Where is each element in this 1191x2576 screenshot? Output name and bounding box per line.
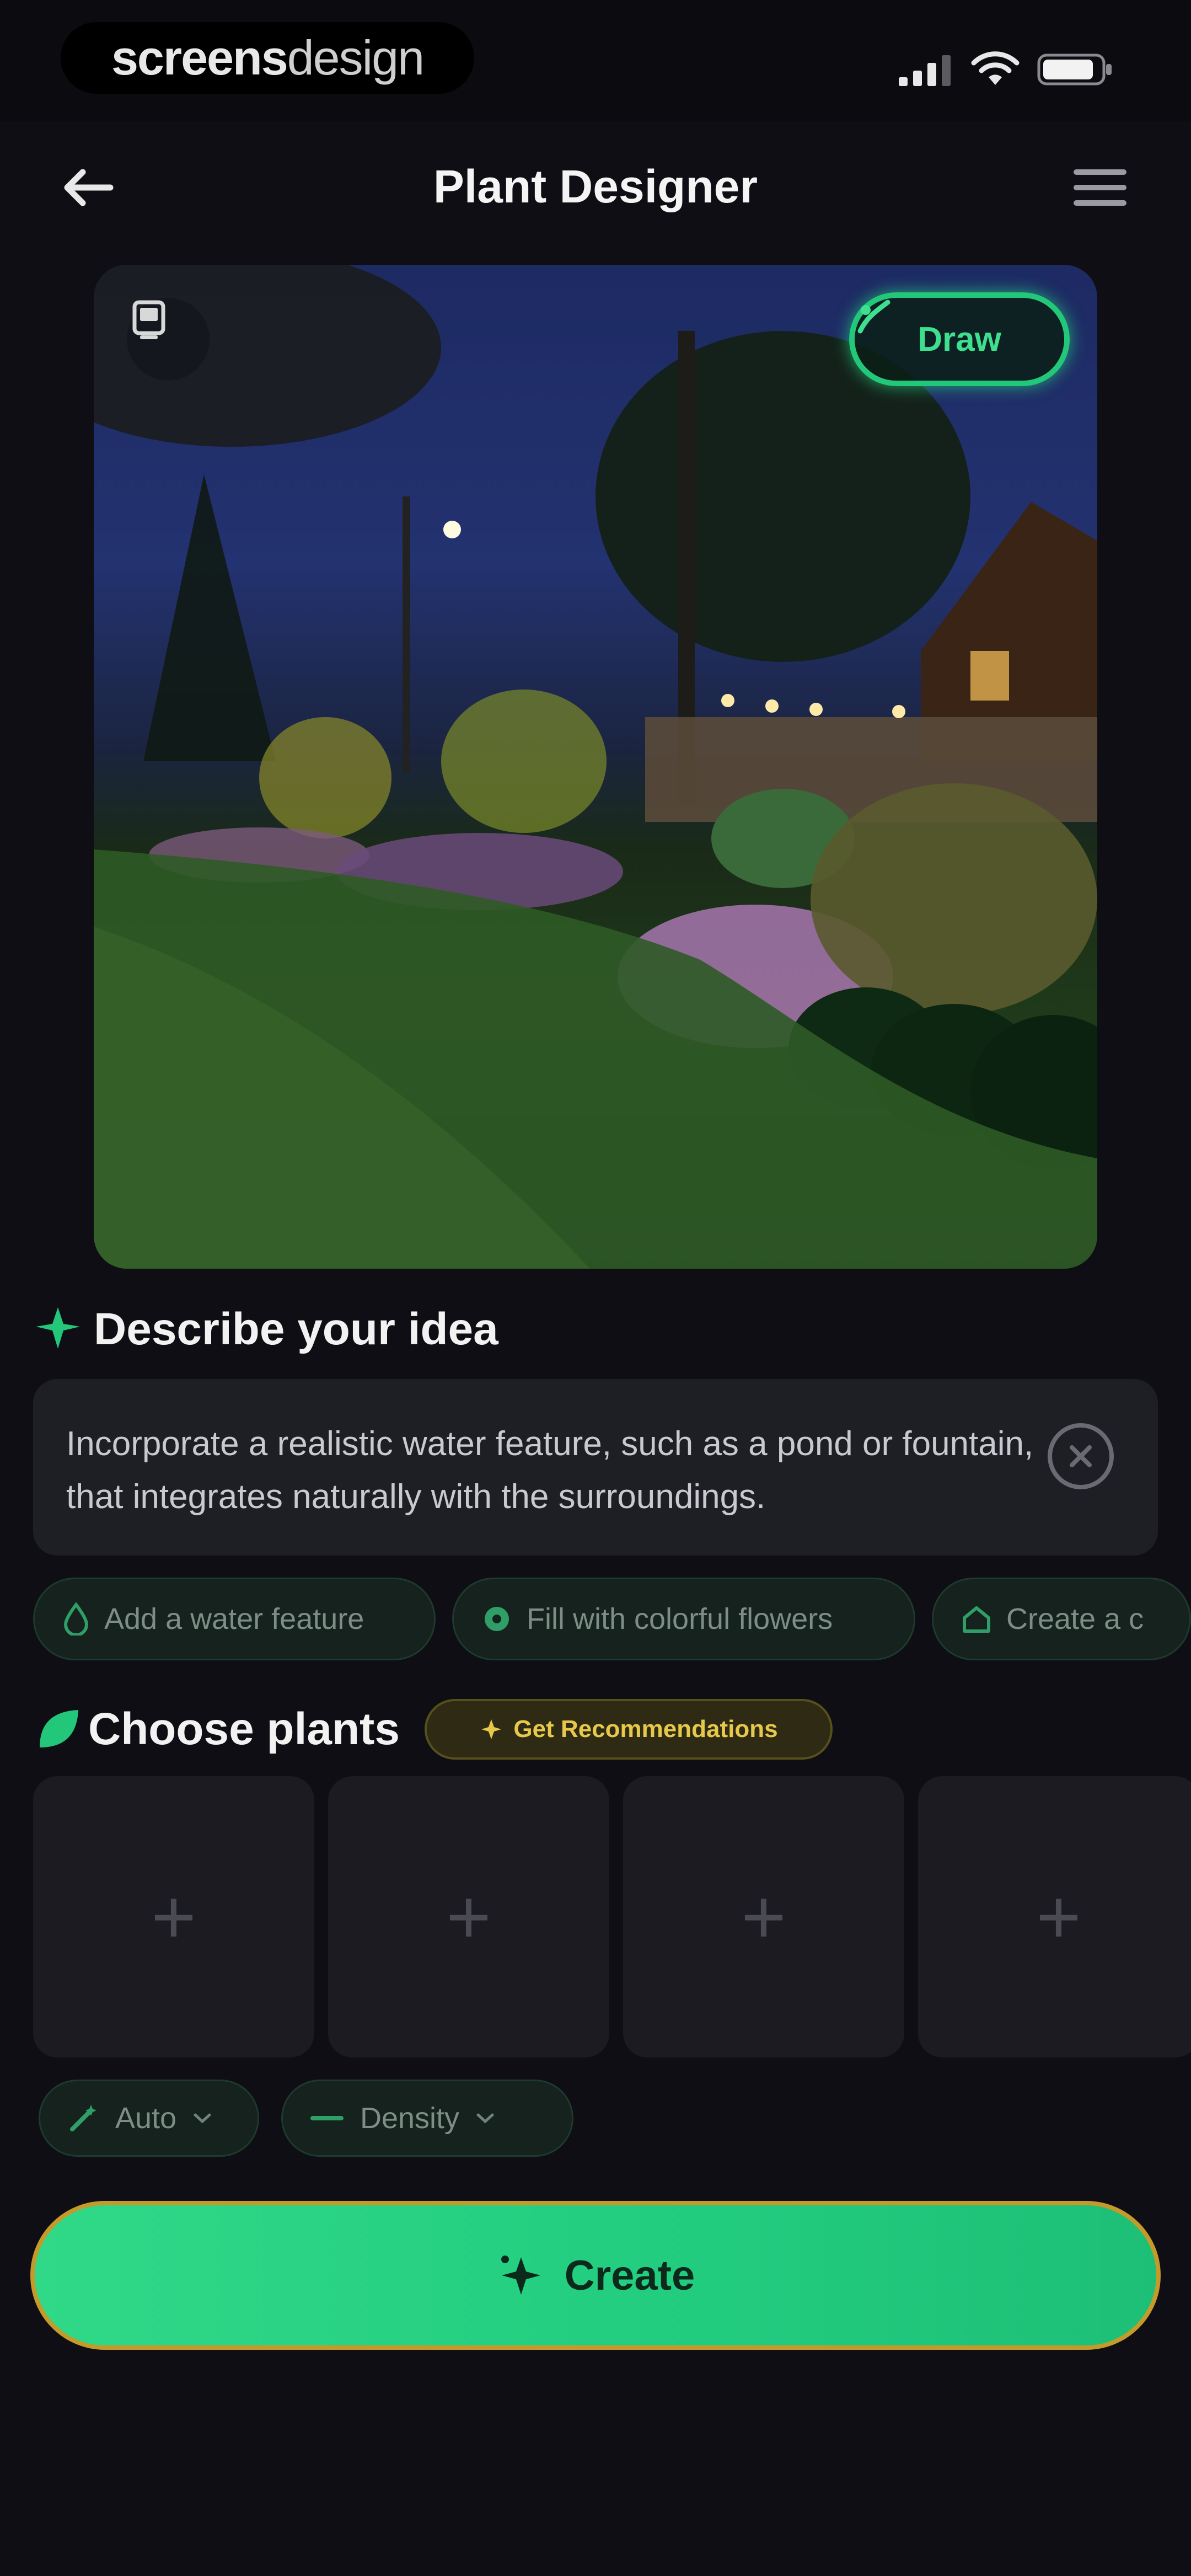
add-plant-icon: +	[446, 1873, 491, 1960]
suggestion-chip-water-feature[interactable]: Add a water feature	[33, 1578, 436, 1660]
garden-photo: Draw	[94, 265, 1097, 1269]
add-plant-icon: +	[741, 1873, 786, 1960]
wifi-icon	[971, 51, 1020, 85]
density-icon	[310, 2116, 344, 2120]
suggestion-chip-create[interactable]: Create a c	[932, 1578, 1191, 1660]
chevron-down-icon	[476, 2113, 494, 2124]
recommend-label: Get Recommendations	[513, 1715, 778, 1743]
create-label: Create	[564, 2252, 695, 2299]
chevron-down-icon	[194, 2113, 211, 2124]
house-icon	[963, 1606, 990, 1633]
density-dropdown[interactable]: Density	[281, 2080, 573, 2157]
idea-text-field[interactable]: Incorporate a realistic water feature, s…	[33, 1379, 1158, 1556]
photo-gallery-icon	[132, 300, 165, 339]
page-title: Plant Designer	[433, 161, 758, 212]
plant-slot[interactable]: +	[918, 1776, 1191, 2057]
suggestion-chip-colorful-flowers[interactable]: Fill with colorful flowers	[452, 1578, 915, 1660]
droplet-icon	[63, 1602, 89, 1636]
clear-text-button[interactable]	[1048, 1423, 1114, 1489]
auto-label: Auto	[115, 2102, 177, 2135]
plant-slot[interactable]: +	[33, 1776, 314, 2057]
brand-thin-text: design	[287, 30, 425, 85]
menu-button[interactable]	[1070, 160, 1130, 215]
chip-label: Fill with colorful flowers	[527, 1602, 833, 1636]
density-label: Density	[360, 2102, 460, 2135]
plants-section-title: Choose plants	[88, 1704, 400, 1754]
plant-slot[interactable]: +	[623, 1776, 904, 2057]
battery-icon	[1037, 54, 1112, 85]
brush-icon	[857, 300, 890, 334]
sparkle-icon	[481, 1719, 502, 1739]
add-plant-icon: +	[151, 1873, 196, 1960]
get-recommendations-button[interactable]: Get Recommendations	[425, 1699, 833, 1760]
brand-bold-text: screens	[111, 30, 288, 85]
draw-label: Draw	[918, 320, 1001, 359]
plant-slot[interactable]: +	[328, 1776, 609, 2057]
chip-label: Create a c	[1006, 1602, 1144, 1636]
draw-button[interactable]: Draw	[849, 292, 1070, 386]
add-plant-icon: +	[1036, 1873, 1081, 1960]
idea-text-value: Incorporate a realistic water feature, s…	[66, 1425, 1034, 1516]
sparkle-icon	[36, 1307, 80, 1349]
idea-section-title: Describe your idea	[94, 1304, 498, 1354]
garden-scene-image	[94, 265, 1097, 1269]
auto-dropdown[interactable]: Auto	[39, 2080, 259, 2157]
sparkle-icon	[501, 2256, 540, 2295]
chip-label: Add a water feature	[104, 1602, 364, 1636]
gallery-button[interactable]	[127, 298, 210, 381]
leaf-icon	[40, 1710, 78, 1747]
brand-watermark: screens design	[61, 22, 474, 94]
create-button[interactable]: Create	[30, 2201, 1161, 2350]
close-icon	[1070, 1445, 1092, 1467]
flower-icon	[485, 1607, 509, 1631]
signal-icon	[899, 55, 951, 86]
magic-wand-icon	[70, 2105, 96, 2131]
hamburger-menu-icon	[1074, 169, 1126, 206]
